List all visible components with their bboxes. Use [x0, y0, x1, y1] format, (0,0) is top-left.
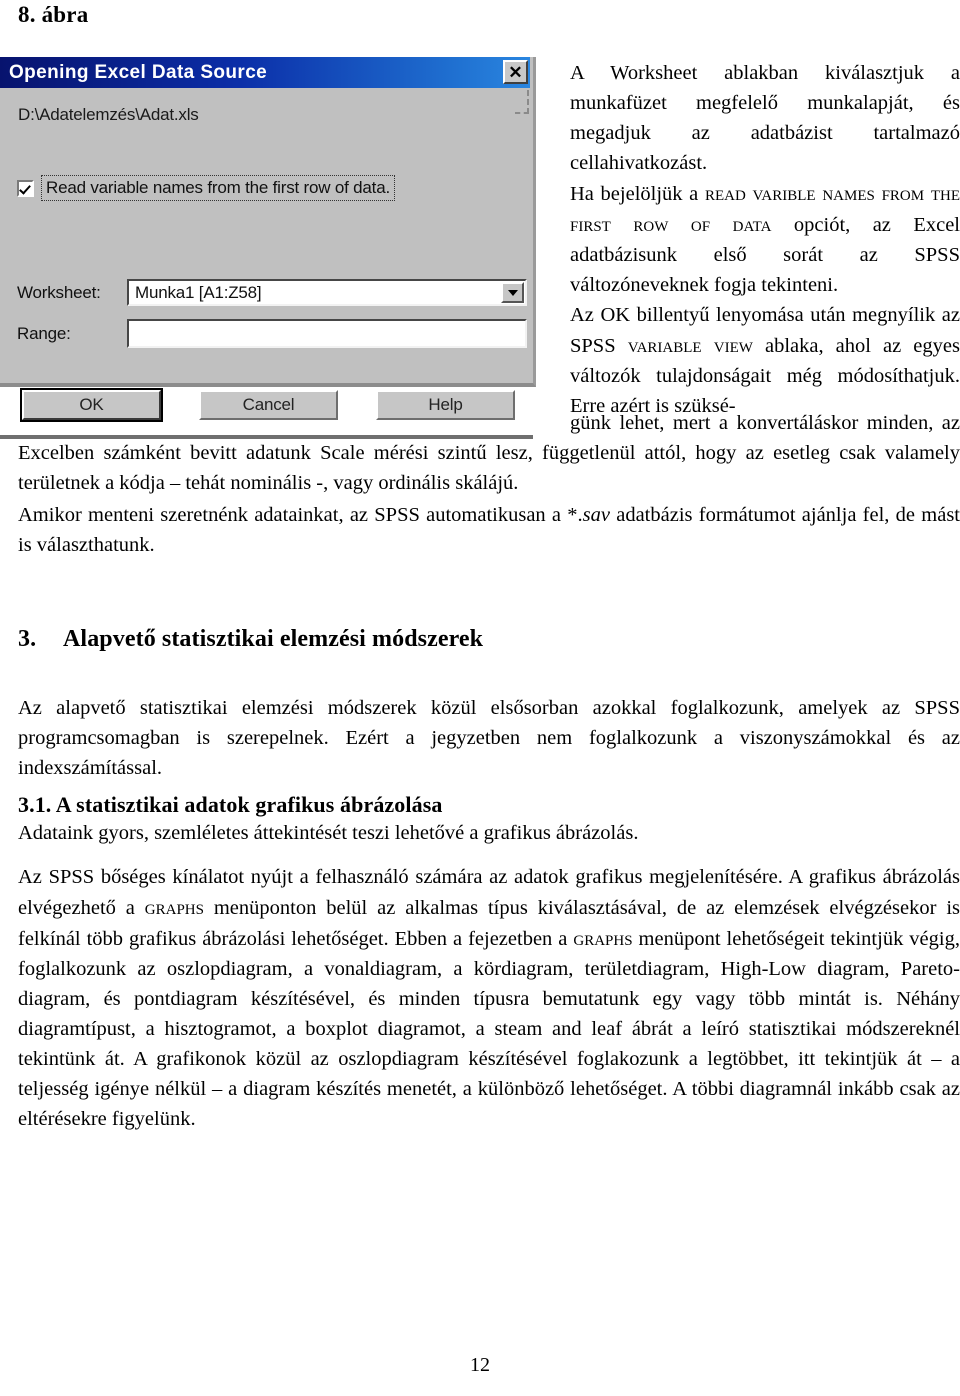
checkbox-checked-icon[interactable] [17, 179, 34, 197]
document-page: 8. ábra Opening Excel Data Source ✕ D:\A… [0, 0, 960, 1396]
heading-section-3: 3. Alapvető statisztikai elemzési módszer… [18, 626, 483, 653]
dialog-title: Opening Excel Data Source [9, 61, 268, 83]
worksheet-field-row: Worksheet: Munka1 [A1:Z58] [17, 279, 527, 306]
save-lead: Amikor menteni szeretnénk adatainkat, az… [18, 504, 583, 526]
paragraph-save-format: Amikor menteni szeretnénk adatainkat, az… [18, 500, 960, 560]
paragraph-3-1-lead: Adataink gyors, szemléletes áttekintését… [18, 822, 639, 844]
read-variable-names-label: Read variable names from the first row o… [41, 175, 395, 201]
p2-lead: Ha bejelöljük a [570, 183, 705, 206]
paragraph-read-varible-names: Ha bejelöljük a Read varible names from … [570, 178, 960, 300]
heading-3-text: Alapvető statisztikai elemzési módszerek [63, 626, 484, 652]
save-extension: sav [582, 504, 610, 526]
paragraph-wrap-under-figure: günk lehet, mert a konvertáláskor minden… [18, 408, 960, 498]
paragraph-worksheet: A Worksheet ablakban kiválasztjuk a munk… [570, 62, 960, 175]
opening-excel-data-source-dialog: Opening Excel Data Source ✕ D:\Adatelemz… [0, 57, 536, 439]
file-path-label: D:\Adatelemzés\Adat.xls [18, 105, 199, 124]
read-variable-names-checkbox-row[interactable]: Read variable names from the first row o… [17, 175, 395, 201]
close-icon[interactable]: ✕ [503, 60, 528, 84]
chevron-down-icon[interactable] [501, 282, 524, 303]
worksheet-select[interactable]: Munka1 [A1:Z58] [127, 279, 527, 306]
dialog-titlebar: Opening Excel Data Source [0, 57, 530, 88]
heading-section-3-1: 3.1. A statisztikai adatok grafikus ábrá… [18, 792, 443, 817]
worksheet-selected-value: Munka1 [A1:Z58] [135, 282, 262, 302]
range-field-row: Range: [17, 319, 527, 348]
small-caps-variable-view: Variable View [627, 333, 753, 358]
graphics-seg3: menüpont lehetőségeit tekintjük végig, f… [18, 928, 960, 1131]
page-number: 12 [470, 1354, 490, 1376]
scan-artifact [515, 90, 529, 114]
range-input[interactable] [127, 319, 527, 348]
right-text-column: A Worksheet ablakban kiválasztjuk a munk… [570, 58, 960, 421]
paragraph-graphics-options: Az SPSS bőséges kínálatot nyújt a felhas… [18, 862, 960, 1134]
small-caps-graphs-2: Graphs [573, 926, 633, 951]
worksheet-label: Worksheet: [17, 282, 101, 302]
paragraph-ok-variable-view: Az OK billentyű lenyomása után megnyílik… [570, 300, 960, 421]
range-label: Range: [17, 323, 71, 343]
paragraph-section-3-intro: Az alapvető statisztikai elemzési módsze… [18, 697, 960, 780]
heading-3-number: 3. [18, 626, 37, 652]
figure-caption: 8. ábra [18, 2, 89, 27]
small-caps-graphs-1: Graphs [144, 895, 204, 920]
